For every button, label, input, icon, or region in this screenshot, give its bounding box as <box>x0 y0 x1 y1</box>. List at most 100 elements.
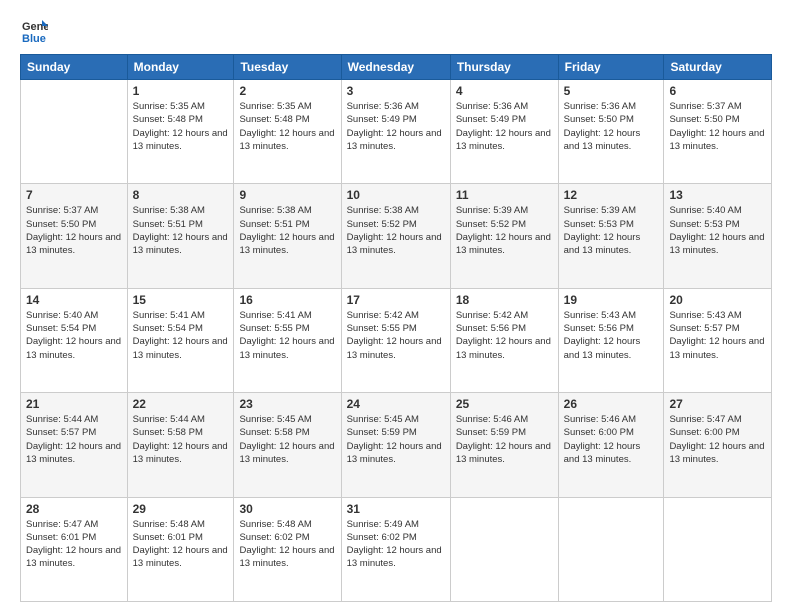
page: General Blue SundayMondayTuesdayWednesda… <box>0 0 792 612</box>
calendar-cell: 24 Sunrise: 5:45 AM Sunset: 5:59 PM Dayli… <box>341 393 450 497</box>
day-number: 3 <box>347 84 445 98</box>
weekday-header-monday: Monday <box>127 55 234 80</box>
day-info: Sunrise: 5:38 AM Sunset: 5:52 PM Dayligh… <box>347 204 445 257</box>
day-number: 16 <box>239 293 335 307</box>
day-number: 13 <box>669 188 766 202</box>
day-number: 28 <box>26 502 122 516</box>
calendar-cell: 1 Sunrise: 5:35 AM Sunset: 5:48 PM Daylig… <box>127 80 234 184</box>
calendar-cell: 14 Sunrise: 5:40 AM Sunset: 5:54 PM Dayli… <box>21 288 128 392</box>
day-info: Sunrise: 5:42 AM Sunset: 5:56 PM Dayligh… <box>456 309 553 362</box>
header: General Blue <box>20 16 772 44</box>
day-number: 20 <box>669 293 766 307</box>
calendar-cell: 18 Sunrise: 5:42 AM Sunset: 5:56 PM Dayli… <box>450 288 558 392</box>
day-info: Sunrise: 5:44 AM Sunset: 5:57 PM Dayligh… <box>26 413 122 466</box>
calendar-cell: 16 Sunrise: 5:41 AM Sunset: 5:55 PM Dayli… <box>234 288 341 392</box>
calendar-cell: 28 Sunrise: 5:47 AM Sunset: 6:01 PM Dayli… <box>21 497 128 601</box>
day-number: 6 <box>669 84 766 98</box>
calendar-cell: 7Sunrise: 5:37 AM Sunset: 5:50 PM Daylig… <box>21 184 128 288</box>
day-number: 25 <box>456 397 553 411</box>
day-number: 27 <box>669 397 766 411</box>
day-info: Sunrise: 5:40 AM Sunset: 5:53 PM Dayligh… <box>669 204 766 257</box>
day-number: 22 <box>133 397 229 411</box>
calendar-cell <box>664 497 772 601</box>
day-info: Sunrise: 5:39 AM Sunset: 5:53 PM Dayligh… <box>564 204 659 257</box>
day-number: 1 <box>133 84 229 98</box>
day-number: 8 <box>133 188 229 202</box>
day-number: 5 <box>564 84 659 98</box>
calendar-cell <box>21 80 128 184</box>
day-info: Sunrise: 5:44 AM Sunset: 5:58 PM Dayligh… <box>133 413 229 466</box>
calendar-cell: 4 Sunrise: 5:36 AM Sunset: 5:49 PM Daylig… <box>450 80 558 184</box>
calendar-cell: 22 Sunrise: 5:44 AM Sunset: 5:58 PM Dayli… <box>127 393 234 497</box>
day-info: Sunrise: 5:48 AM Sunset: 6:02 PM Dayligh… <box>239 518 335 571</box>
calendar-cell: 12 Sunrise: 5:39 AM Sunset: 5:53 PM Dayli… <box>558 184 664 288</box>
day-info: Sunrise: 5:36 AM Sunset: 5:49 PM Dayligh… <box>347 100 445 153</box>
day-number: 2 <box>239 84 335 98</box>
day-number: 21 <box>26 397 122 411</box>
day-info: Sunrise: 5:45 AM Sunset: 5:58 PM Dayligh… <box>239 413 335 466</box>
weekday-header-tuesday: Tuesday <box>234 55 341 80</box>
day-info: Sunrise: 5:36 AM Sunset: 5:49 PM Dayligh… <box>456 100 553 153</box>
day-number: 31 <box>347 502 445 516</box>
logo-icon: General Blue <box>20 16 48 44</box>
day-number: 24 <box>347 397 445 411</box>
day-info: Sunrise: 5:47 AM Sunset: 6:01 PM Dayligh… <box>26 518 122 571</box>
day-number: 26 <box>564 397 659 411</box>
day-number: 29 <box>133 502 229 516</box>
weekday-header-friday: Friday <box>558 55 664 80</box>
day-number: 4 <box>456 84 553 98</box>
week-row-4: 21 Sunrise: 5:44 AM Sunset: 5:57 PM Dayli… <box>21 393 772 497</box>
calendar-cell: 25 Sunrise: 5:46 AM Sunset: 5:59 PM Dayli… <box>450 393 558 497</box>
calendar-cell: 29 Sunrise: 5:48 AM Sunset: 6:01 PM Dayli… <box>127 497 234 601</box>
day-info: Sunrise: 5:46 AM Sunset: 5:59 PM Dayligh… <box>456 413 553 466</box>
week-row-1: 1 Sunrise: 5:35 AM Sunset: 5:48 PM Daylig… <box>21 80 772 184</box>
calendar-cell: 19Sunrise: 5:43 AM Sunset: 5:56 PM Dayli… <box>558 288 664 392</box>
day-info: Sunrise: 5:46 AM Sunset: 6:00 PM Dayligh… <box>564 413 659 466</box>
day-info: Sunrise: 5:42 AM Sunset: 5:55 PM Dayligh… <box>347 309 445 362</box>
calendar-cell: 26 Sunrise: 5:46 AM Sunset: 6:00 PM Dayli… <box>558 393 664 497</box>
week-row-5: 28 Sunrise: 5:47 AM Sunset: 6:01 PM Dayli… <box>21 497 772 601</box>
day-number: 14 <box>26 293 122 307</box>
week-row-2: 7Sunrise: 5:37 AM Sunset: 5:50 PM Daylig… <box>21 184 772 288</box>
calendar-cell: 15Sunrise: 5:41 AM Sunset: 5:54 PM Dayli… <box>127 288 234 392</box>
calendar-cell: 30 Sunrise: 5:48 AM Sunset: 6:02 PM Dayli… <box>234 497 341 601</box>
calendar-cell: 23 Sunrise: 5:45 AM Sunset: 5:58 PM Dayli… <box>234 393 341 497</box>
day-info: Sunrise: 5:48 AM Sunset: 6:01 PM Dayligh… <box>133 518 229 571</box>
calendar-cell: 27 Sunrise: 5:47 AM Sunset: 6:00 PM Dayli… <box>664 393 772 497</box>
calendar-cell: 17 Sunrise: 5:42 AM Sunset: 5:55 PM Dayli… <box>341 288 450 392</box>
day-number: 17 <box>347 293 445 307</box>
day-number: 12 <box>564 188 659 202</box>
logo: General Blue <box>20 16 52 44</box>
day-number: 9 <box>239 188 335 202</box>
day-info: Sunrise: 5:47 AM Sunset: 6:00 PM Dayligh… <box>669 413 766 466</box>
calendar-cell <box>450 497 558 601</box>
calendar-cell: 31 Sunrise: 5:49 AM Sunset: 6:02 PM Dayli… <box>341 497 450 601</box>
calendar-cell: 6 Sunrise: 5:37 AM Sunset: 5:50 PM Daylig… <box>664 80 772 184</box>
weekday-header-wednesday: Wednesday <box>341 55 450 80</box>
calendar-cell: 10Sunrise: 5:38 AM Sunset: 5:52 PM Dayli… <box>341 184 450 288</box>
day-info: Sunrise: 5:35 AM Sunset: 5:48 PM Dayligh… <box>239 100 335 153</box>
day-info: Sunrise: 5:35 AM Sunset: 5:48 PM Dayligh… <box>133 100 229 153</box>
day-info: Sunrise: 5:40 AM Sunset: 5:54 PM Dayligh… <box>26 309 122 362</box>
day-number: 23 <box>239 397 335 411</box>
day-info: Sunrise: 5:49 AM Sunset: 6:02 PM Dayligh… <box>347 518 445 571</box>
weekday-header-saturday: Saturday <box>664 55 772 80</box>
weekday-header-row: SundayMondayTuesdayWednesdayThursdayFrid… <box>21 55 772 80</box>
day-number: 30 <box>239 502 335 516</box>
svg-text:Blue: Blue <box>22 33 46 44</box>
day-number: 18 <box>456 293 553 307</box>
day-info: Sunrise: 5:38 AM Sunset: 5:51 PM Dayligh… <box>239 204 335 257</box>
week-row-3: 14 Sunrise: 5:40 AM Sunset: 5:54 PM Dayli… <box>21 288 772 392</box>
day-info: Sunrise: 5:36 AM Sunset: 5:50 PM Dayligh… <box>564 100 659 153</box>
day-info: Sunrise: 5:41 AM Sunset: 5:55 PM Dayligh… <box>239 309 335 362</box>
calendar-cell: 20Sunrise: 5:43 AM Sunset: 5:57 PM Dayli… <box>664 288 772 392</box>
day-info: Sunrise: 5:43 AM Sunset: 5:56 PM Dayligh… <box>564 309 659 362</box>
calendar-table: SundayMondayTuesdayWednesdayThursdayFrid… <box>20 54 772 602</box>
calendar-cell: 9 Sunrise: 5:38 AM Sunset: 5:51 PM Daylig… <box>234 184 341 288</box>
day-number: 11 <box>456 188 553 202</box>
calendar-cell: 21 Sunrise: 5:44 AM Sunset: 5:57 PM Dayli… <box>21 393 128 497</box>
day-info: Sunrise: 5:45 AM Sunset: 5:59 PM Dayligh… <box>347 413 445 466</box>
calendar-cell: 13 Sunrise: 5:40 AM Sunset: 5:53 PM Dayli… <box>664 184 772 288</box>
day-info: Sunrise: 5:37 AM Sunset: 5:50 PM Dayligh… <box>669 100 766 153</box>
day-info: Sunrise: 5:37 AM Sunset: 5:50 PM Dayligh… <box>26 204 122 257</box>
